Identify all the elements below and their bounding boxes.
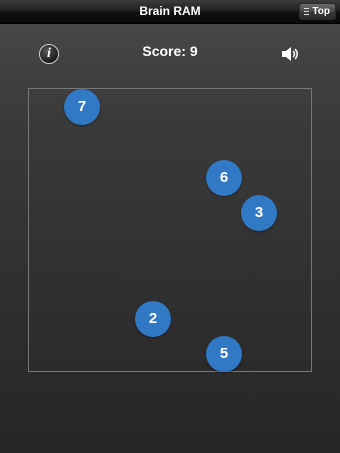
app-title: Brain RAM	[139, 4, 201, 18]
top-scores-button[interactable]: Top	[299, 3, 336, 20]
number-tile[interactable]: 2	[135, 301, 171, 337]
top-button-label: Top	[312, 6, 330, 17]
number-tile[interactable]: 6	[206, 160, 242, 196]
number-tile[interactable]: 7	[64, 89, 100, 125]
sound-toggle-button[interactable]	[280, 44, 300, 64]
speaker-icon	[282, 47, 298, 61]
number-tile[interactable]: 5	[206, 336, 242, 372]
number-tile[interactable]: 3	[241, 195, 277, 231]
navigation-bar: Brain RAM Top	[0, 0, 340, 24]
list-icon	[304, 8, 310, 15]
game-board: 7 6 3 2 5	[28, 88, 312, 372]
